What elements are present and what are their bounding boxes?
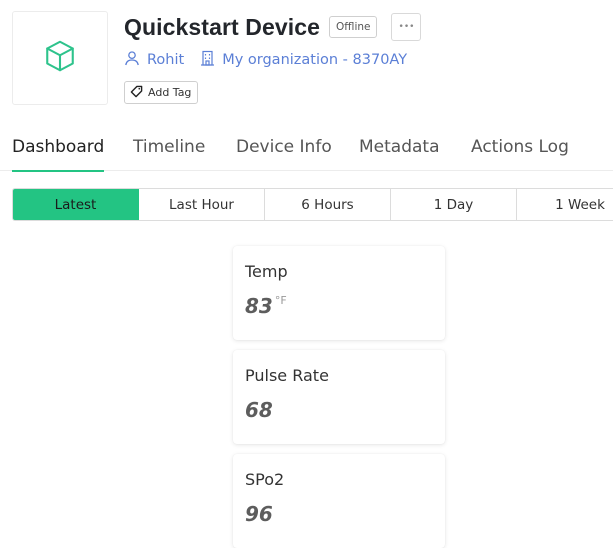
device-title-row: Quickstart Device Offline ••• — [124, 10, 422, 44]
range-last-hour-button[interactable]: Last Hour — [139, 189, 265, 220]
range-latest-button[interactable]: Latest — [13, 189, 139, 220]
add-tag-button[interactable]: Add Tag — [124, 81, 199, 104]
range-6-hours-button[interactable]: 6 Hours — [265, 189, 391, 220]
owner-name: Rohit — [147, 52, 185, 68]
device-title: Quickstart Device — [124, 13, 321, 40]
widget-label: Pulse Rate — [245, 366, 329, 385]
device-meta-row: Rohit My organization - 8370AY — [124, 50, 407, 70]
add-tag-label: Add Tag — [148, 86, 192, 99]
tab-device-info[interactable]: Device Info — [236, 133, 332, 171]
building-icon — [200, 50, 222, 70]
widget-value-row: 68 — [245, 398, 433, 424]
device-page: Quickstart Device Offline ••• Rohit My o… — [0, 0, 613, 548]
tab-actions-log[interactable]: Actions Log — [471, 133, 569, 171]
widget-value: 83 — [245, 294, 273, 318]
device-tabs: Dashboard Timeline Device Info Metadata … — [0, 133, 613, 172]
widget-label: SPo2 — [245, 470, 285, 489]
organization-link[interactable]: My organization - 8370AY — [200, 50, 407, 70]
more-options-button[interactable]: ••• — [391, 13, 422, 41]
time-range-selector: Latest Last Hour 6 Hours 1 Day 1 Week — [12, 188, 613, 221]
widget-spo2: SPo2 96 — [233, 454, 445, 548]
widget-value-row: 83 °F — [245, 294, 433, 320]
organization-name: My organization - 8370AY — [222, 52, 408, 68]
user-icon — [124, 50, 147, 70]
widget-temp: Temp 83 °F — [233, 246, 445, 340]
range-1-week-button[interactable]: 1 Week — [517, 189, 613, 220]
widget-label: Temp — [245, 262, 288, 281]
widget-value-row: 96 — [245, 502, 433, 528]
widget-unit: °F — [274, 294, 287, 307]
owner-link[interactable]: Rohit — [124, 50, 184, 70]
widget-pulse-rate: Pulse Rate 68 — [233, 350, 445, 444]
widget-value: 68 — [245, 398, 273, 422]
status-badge: Offline — [329, 16, 378, 38]
tab-timeline[interactable]: Timeline — [133, 133, 205, 171]
device-icon-box — [12, 11, 108, 105]
tag-icon — [130, 85, 148, 101]
tab-dashboard[interactable]: Dashboard — [12, 133, 105, 172]
tab-metadata[interactable]: Metadata — [359, 133, 440, 171]
widget-value: 96 — [245, 502, 273, 526]
range-1-day-button[interactable]: 1 Day — [391, 189, 517, 220]
cube-icon — [42, 38, 78, 78]
